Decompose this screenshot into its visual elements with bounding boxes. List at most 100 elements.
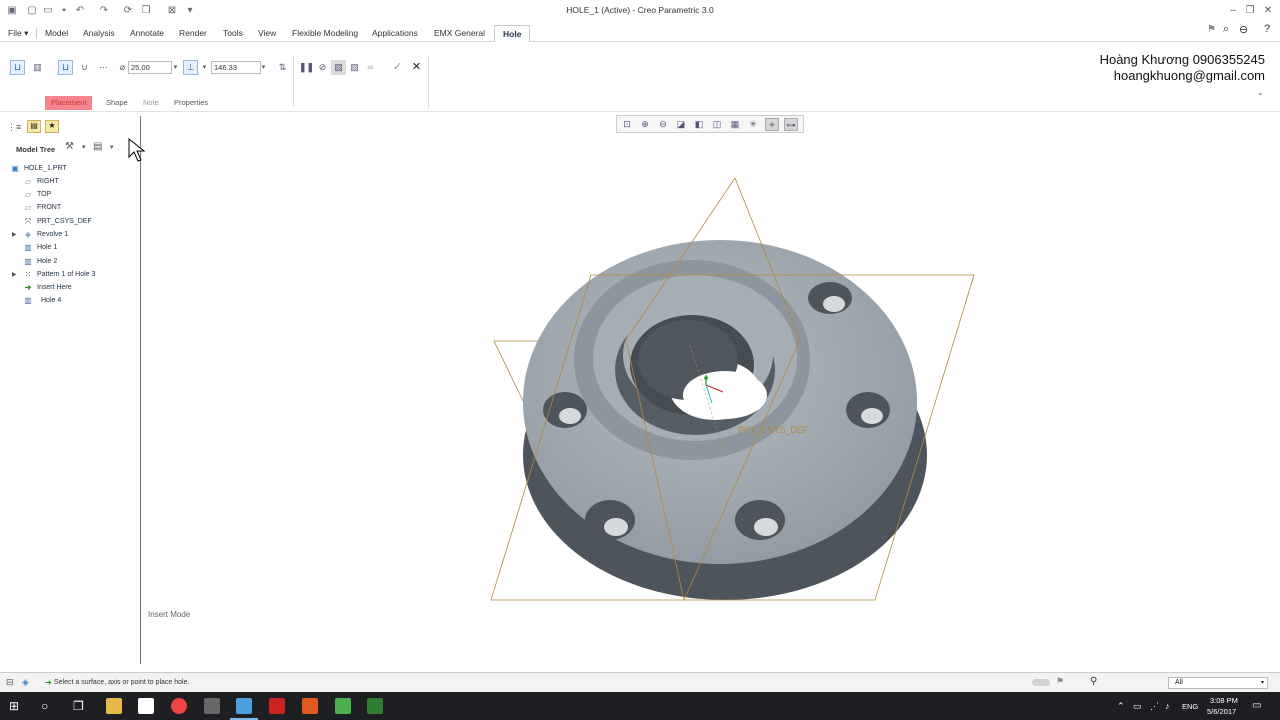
language-indicator[interactable]: ENG: [1182, 702, 1198, 711]
tree-item-csys[interactable]: ⤧ PRT_CSYS_DEF: [3, 217, 133, 229]
selection-filter[interactable]: All ▾: [1168, 677, 1268, 689]
flag-status-icon[interactable]: ⚑: [1056, 676, 1064, 687]
tab-tools[interactable]: Tools: [223, 28, 243, 38]
tab-annotate[interactable]: Annotate: [130, 28, 164, 38]
flip-icon[interactable]: ⇅: [275, 60, 290, 75]
tree-item-right[interactable]: ▱ RIGHT: [3, 177, 133, 189]
tab-analysis[interactable]: Analysis: [83, 28, 115, 38]
pdf-reader-icon[interactable]: [269, 698, 285, 714]
subtab-note[interactable]: Note: [137, 96, 165, 110]
search-icon[interactable]: ○: [41, 699, 48, 713]
tab-view[interactable]: View: [258, 28, 276, 38]
subtab-placement[interactable]: Placement: [45, 96, 93, 110]
windows-taskbar: ⊞ ○ ❐ ⌃ ▭ ⋰ ♪ ENG 3:08 PM 5/6/2017 ▭: [0, 692, 1280, 720]
no-preview-icon[interactable]: ⊘: [315, 60, 330, 75]
standard-hole-icon[interactable]: ▥: [30, 60, 45, 75]
zoom-in-icon[interactable]: ⊕: [638, 118, 652, 131]
store-icon[interactable]: [138, 698, 154, 714]
start-icon[interactable]: ⊞: [9, 699, 19, 713]
tab-model[interactable]: Model: [45, 28, 68, 38]
calculator-icon[interactable]: [204, 698, 220, 714]
expand-icon[interactable]: ▶: [12, 271, 17, 278]
expand-icon[interactable]: ▶: [12, 231, 17, 238]
recorder-icon[interactable]: [302, 698, 318, 714]
help-icon[interactable]: ?: [1264, 23, 1270, 35]
saved-orientations-icon[interactable]: ◫: [710, 118, 724, 131]
sketch-profile-icon[interactable]: ⋯: [96, 60, 111, 75]
preview-icon[interactable]: ▨: [331, 60, 346, 75]
folder-browser-icon[interactable]: ▤: [27, 120, 41, 133]
tab-render[interactable]: Render: [179, 28, 207, 38]
tree-item-top[interactable]: ▱ TOP: [3, 190, 133, 202]
tree-item-insert-here[interactable]: ➜ Insert Here: [3, 283, 133, 295]
tab-hole[interactable]: Hole: [494, 25, 531, 42]
camtasia-icon[interactable]: [335, 698, 351, 714]
tab-file[interactable]: File ▾: [8, 28, 28, 39]
expand-ribbon-icon[interactable]: ⌄: [1257, 88, 1264, 97]
tab-emx-general[interactable]: EMX General: [434, 28, 485, 38]
clock-date[interactable]: 5/6/2017: [1207, 707, 1236, 716]
perspective-view-icon[interactable]: ✳: [746, 118, 760, 131]
minimize-icon[interactable]: –: [1226, 4, 1240, 18]
task-view-icon[interactable]: ❐: [73, 699, 84, 713]
file-explorer-icon[interactable]: [106, 698, 122, 714]
creo-icon[interactable]: [236, 698, 252, 714]
depth-dropdown-icon[interactable]: ▾: [259, 61, 268, 74]
tree-item-part[interactable]: ▣ HOLE_1.PRT: [3, 164, 133, 176]
tray-app-icon[interactable]: ▭: [1133, 701, 1142, 712]
depth-option-dropdown-icon[interactable]: ▾: [200, 61, 209, 74]
repaint-icon[interactable]: ◪: [674, 118, 688, 131]
subtab-shape[interactable]: Shape: [100, 96, 134, 110]
search-icon[interactable]: ⌕: [1223, 23, 1229, 36]
depth-blind-icon[interactable]: ⊥: [183, 60, 198, 75]
zoom-out-icon[interactable]: ⊖: [656, 118, 670, 131]
tree-item-front[interactable]: ▱ FRONT: [3, 203, 133, 215]
tree-item-revolve[interactable]: ▶ ◈ Revolve 1: [3, 230, 133, 242]
navigator-toggle-icon[interactable]: ⊟: [6, 677, 14, 688]
favorites-icon[interactable]: ★: [45, 120, 59, 133]
tree-settings-icon[interactable]: ⚒: [65, 141, 74, 152]
show-dropdown-icon[interactable]: ▾: [110, 143, 114, 151]
standard-profile-icon[interactable]: ∪: [77, 60, 92, 75]
refit-icon[interactable]: ⊡: [620, 118, 634, 131]
subtab-properties[interactable]: Properties: [168, 96, 214, 110]
community-icon[interactable]: ⊖: [1239, 23, 1248, 36]
chrome-icon[interactable]: [171, 698, 187, 714]
filter-dropdown-icon[interactable]: ▾: [1261, 679, 1264, 686]
flag-icon[interactable]: ⚑: [1207, 24, 1216, 35]
depth-input[interactable]: 146.33: [211, 61, 261, 74]
find-icon[interactable]: ⚲: [1090, 676, 1097, 687]
view-manager-icon[interactable]: ▦: [728, 118, 742, 131]
tree-item-pattern[interactable]: ▶ ⁙ Pattern 1 of Hole 3: [3, 270, 133, 282]
restore-icon[interactable]: ❐: [1243, 4, 1257, 18]
ok-icon[interactable]: ✓: [390, 60, 405, 75]
action-center-icon[interactable]: ▭: [1252, 700, 1261, 711]
model-tree-tab-icon[interactable]: ⋮≡: [7, 122, 21, 133]
tab-applications[interactable]: Applications: [372, 28, 418, 38]
annotation-display-icon[interactable]: ⊶: [784, 118, 798, 131]
predefined-profile-icon[interactable]: ⊔: [58, 60, 73, 75]
tree-item-hole-2[interactable]: ▥ Hole 2: [3, 257, 133, 269]
tree-item-hole-1[interactable]: ▥ Hole 1: [3, 243, 133, 255]
diameter-dropdown-icon[interactable]: ▾: [171, 61, 180, 74]
tray-overflow-icon[interactable]: ⌃: [1117, 701, 1125, 712]
show-icon[interactable]: ▤: [93, 141, 102, 152]
volume-icon[interactable]: ♪: [1165, 701, 1170, 711]
clock-time[interactable]: 3:08 PM: [1210, 696, 1238, 705]
close-icon[interactable]: ✕: [1261, 4, 1275, 18]
datum-display-filters-icon[interactable]: ⌖: [765, 118, 779, 131]
tab-flexible-modeling[interactable]: Flexible Modeling: [292, 28, 358, 38]
verify-icon[interactable]: ▧: [347, 60, 362, 75]
network-icon[interactable]: ⋰: [1150, 701, 1159, 712]
pause-icon[interactable]: ❚❚: [298, 60, 314, 75]
cancel-icon[interactable]: ✕: [409, 60, 424, 75]
diameter-input[interactable]: 25.00: [128, 61, 172, 74]
tree-settings-dropdown-icon[interactable]: ▾: [82, 143, 86, 151]
display-style-icon[interactable]: ◧: [692, 118, 706, 131]
tree-item-hole-4[interactable]: ▥ Hole 4: [3, 296, 133, 308]
model-viewport[interactable]: PRT_CSYS_DEF: [480, 170, 990, 610]
simple-hole-icon[interactable]: ⊔: [10, 60, 25, 75]
glasses-icon[interactable]: ∞: [363, 60, 378, 75]
editor-icon[interactable]: [367, 698, 383, 714]
browser-toggle-icon[interactable]: ◈: [22, 677, 29, 688]
